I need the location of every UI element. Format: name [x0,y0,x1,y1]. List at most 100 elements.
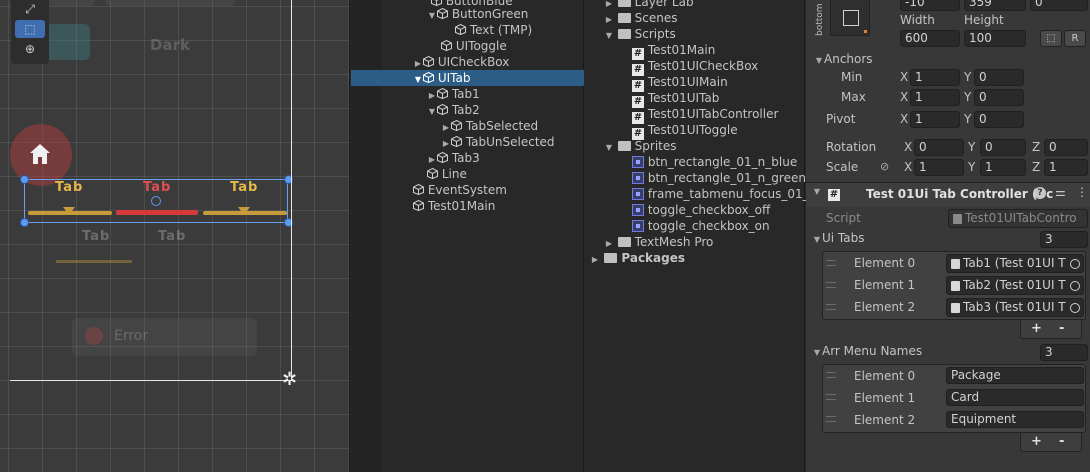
collapse-arrow-icon[interactable]: ▼ [812,344,822,361]
transform-tool-icon[interactable]: ⊕ [15,40,45,58]
drag-handle-icon[interactable] [826,416,836,422]
rotation-z-field[interactable]: 0 [1044,139,1088,156]
pivot-y-field[interactable]: 0 [974,111,1024,128]
anchors-header[interactable]: ▼ Anchors [814,51,873,69]
project-folder-row[interactable]: ▶ Packages [590,250,685,266]
menu-names-header[interactable]: ▼ Arr Menu Names [812,343,922,361]
collapse-arrow-icon[interactable]: ▼ [812,187,822,196]
resize-handle-bl[interactable] [20,218,29,227]
pos-z-field[interactable]: 0 [1030,0,1088,11]
scale-x-field[interactable]: 1 [914,159,964,176]
project-script-row[interactable]: # Test01UITab [632,90,719,108]
object-picker-icon[interactable] [1070,303,1080,313]
hierarchy-row[interactable]: ▼ ButtonGreen [351,6,584,22]
hierarchy-row[interactable]: UIToggle [351,38,584,54]
presets-icon[interactable]: ⚌ [1055,185,1066,199]
help-icon[interactable]: ? [1034,187,1046,199]
component-header[interactable]: ▼ # Test 01Ui Tab Controller (Sc ? ⚌ ⋮ [806,183,1090,207]
ui-tab-element-field[interactable]: Tab1 (Test 01UI T [946,254,1084,273]
drag-handle-icon[interactable] [826,282,836,288]
project-folder-row[interactable]: ▶ Scenes [604,10,678,26]
menu-names-count-field[interactable]: 3 [1040,344,1088,361]
collapse-arrow-icon[interactable]: ▼ [604,28,614,44]
remove-element-button[interactable]: - [1059,434,1064,449]
collapse-arrow-icon[interactable]: ▼ [812,231,822,248]
hierarchy-row-selected[interactable]: ▼ UITab [351,70,584,86]
hierarchy-row[interactable]: EventSystem [351,182,584,198]
project-sprite-row[interactable]: btn_rectangle_01_n_green [632,170,806,186]
project-folder-row[interactable]: ▶ Layer Lab [604,0,694,10]
collapse-arrow-icon[interactable]: ▼ [604,140,614,156]
rotation-x-field[interactable]: 0 [914,139,964,156]
anchor-max-y-field[interactable]: 0 [974,89,1024,106]
anchor-min-x-field[interactable]: 1 [910,69,960,86]
height-label: Height [964,13,1004,27]
drag-handle-icon[interactable] [826,304,836,310]
drag-handle-icon[interactable] [826,260,836,266]
collapse-arrow-icon[interactable]: ▼ [814,52,824,69]
add-element-button[interactable]: + [1031,434,1042,449]
rect-tool-icon[interactable]: ⬚ [15,20,45,38]
ui-tabs-count-field[interactable]: 3 [1040,231,1088,248]
scale-y-field[interactable]: 1 [980,159,1026,176]
menu-name-element-field[interactable]: Card [946,389,1084,406]
project-script-row[interactable]: # Test01UITabController [632,106,778,124]
rotation-y-field[interactable]: 0 [980,139,1026,156]
project-script-row[interactable]: # Test01UIMain [632,74,728,92]
scale-z-field[interactable]: 1 [1044,159,1088,176]
axis-z-label: Z [1032,160,1041,174]
expand-arrow-icon[interactable]: ▶ [590,252,600,268]
width-field[interactable]: 600 [900,30,960,47]
hierarchy-row[interactable]: Text (TMP) [351,22,584,38]
ui-tab-element-field[interactable]: Tab3 (Test 01UI T [946,298,1084,317]
project-folder-row[interactable]: ▼ Sprites [604,138,677,154]
hierarchy-row[interactable]: Test01Main [351,198,584,214]
menu-name-element-field[interactable]: Package [946,367,1084,384]
height-field[interactable]: 100 [964,30,1026,47]
drag-handle-icon[interactable] [826,394,836,400]
pivot-x-field[interactable]: 1 [910,111,960,128]
ui-tab-element-field[interactable]: Tab2 (Test 01UI T [946,276,1084,295]
inspector-panel[interactable]: bottom -10 359 0 Width Height 600 100 ⬚ … [806,0,1090,472]
project-sprite-row[interactable]: frame_tabmenu_focus_01_De [632,186,825,202]
remove-element-button[interactable]: - [1059,321,1064,336]
hierarchy-row[interactable]: Line [351,166,584,182]
hierarchy-row[interactable]: ▶ UICheckBox [351,54,584,70]
object-picker-icon[interactable] [1070,259,1080,269]
tab3-marker-icon [238,207,250,215]
hierarchy-row[interactable]: ▼ Tab2 [351,102,584,118]
project-folder-row[interactable]: ▶ TextMesh Pro [604,234,713,250]
pivot-handle-icon[interactable] [151,196,161,206]
anchor-max-x-field[interactable]: 1 [910,89,960,106]
hierarchy-row[interactable]: ▶ Tab1 [351,86,584,102]
blueprint-mode-button[interactable]: ⬚ [1040,30,1062,47]
anchor-preset-button[interactable] [830,0,870,36]
drag-handle-icon[interactable] [826,372,836,378]
project-script-row[interactable]: # Test01Main [632,42,715,60]
project-sprite-row[interactable]: toggle_checkbox_off [632,202,770,218]
resize-handle-tl[interactable] [20,175,29,184]
menu-name-element-field[interactable]: Equipment [946,411,1084,428]
pos-x-field[interactable]: -10 [900,0,960,11]
project-sprite-row[interactable]: toggle_checkbox_on [632,218,770,234]
ui-tabs-header[interactable]: ▼ Ui Tabs [812,230,865,248]
menu-name-element-label: Element 0 [854,369,916,383]
hierarchy-panel[interactable]: ButtonBlue ▼ ButtonGreen Text (TMP) UITo… [351,0,584,472]
hierarchy-row[interactable]: ▶ TabUnSelected [351,134,584,150]
hierarchy-row[interactable]: ▶ Tab3 [351,150,584,166]
project-sprite-row[interactable]: btn_rectangle_01_n_blue [632,154,797,170]
hierarchy-row[interactable]: ▶ TabSelected [351,118,584,134]
project-script-row[interactable]: # Test01UIToggle [632,122,738,140]
more-options-icon[interactable]: ⋮ [1076,185,1088,199]
raw-edit-button[interactable]: R [1064,30,1086,47]
object-picker-icon[interactable] [1070,281,1080,291]
project-script-row[interactable]: # Test01UICheckBox [632,58,758,76]
scale-tool-icon[interactable]: ⤢ [15,0,45,18]
constrain-proportions-icon[interactable]: ⊘ [880,160,889,173]
project-folder-row[interactable]: ▼ Scripts [604,26,676,42]
add-element-button[interactable]: + [1031,321,1042,336]
project-panel[interactable]: ▶ Layer Lab ▶ Scenes ▼ Scripts # Test01M… [586,0,825,472]
pos-y-field[interactable]: 359 [964,0,1026,11]
scene-view[interactable]: Dark ⤢ ⬚ ⊕ Tab Tab Tab Tab Tab Error ✲ [0,0,350,472]
anchor-min-y-field[interactable]: 0 [974,69,1024,86]
